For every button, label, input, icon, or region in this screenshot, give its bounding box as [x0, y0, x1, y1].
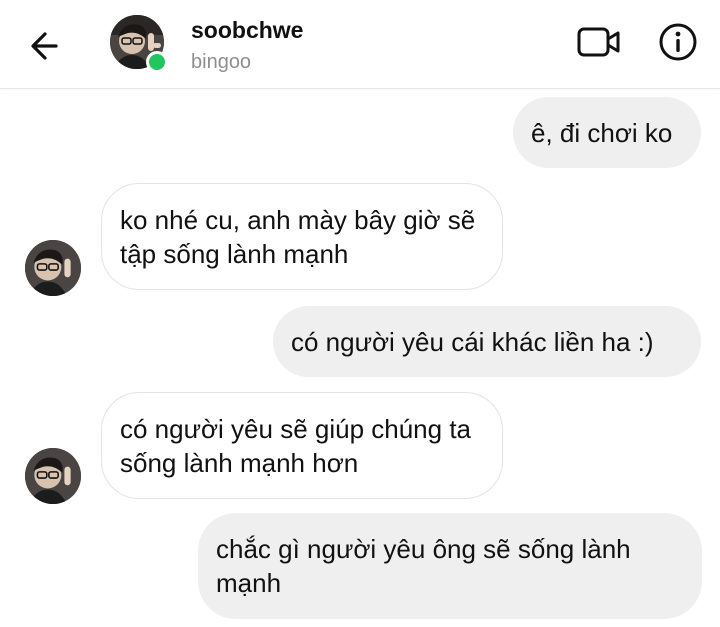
message-text: có người yêu sẽ giúp chúng ta sống lành … [120, 413, 472, 478]
sender-avatar[interactable] [25, 240, 81, 296]
message-text: ko nhé cu, anh mày bây giờ sẽ tập sống l… [120, 204, 476, 269]
message-bubble-incoming[interactable]: ko nhé cu, anh mày bây giờ sẽ tập sống l… [101, 183, 503, 290]
chat-status: bingoo [191, 51, 252, 73]
message-text: có người yêu cái khác liền ha :) [291, 326, 654, 357]
profile-avatar[interactable] [110, 15, 168, 73]
video-call-icon [577, 27, 620, 57]
message-bubble-outgoing[interactable]: ê, đi chơi ko [513, 97, 701, 168]
info-button[interactable] [658, 22, 698, 62]
back-button[interactable] [26, 26, 66, 66]
avatar-image [25, 240, 81, 296]
message-text: ê, đi chơi ko [531, 117, 673, 148]
avatar-image [25, 448, 81, 504]
chat-header: soobchwe bingoo [0, 0, 720, 89]
online-status-dot [146, 51, 168, 73]
info-icon [659, 23, 697, 61]
message-bubble-incoming[interactable]: có người yêu sẽ giúp chúng ta sống lành … [101, 392, 503, 499]
chat-username[interactable]: soobchwe [191, 17, 303, 44]
message-bubble-outgoing[interactable]: chắc gì người yêu ông sẽ sống lành mạnh [198, 513, 702, 619]
sender-avatar[interactable] [25, 448, 81, 504]
message-bubble-outgoing[interactable]: có người yêu cái khác liền ha :) [273, 306, 701, 377]
arrow-left-icon [31, 32, 58, 60]
video-call-button[interactable] [576, 24, 622, 60]
message-text: chắc gì người yêu ông sẽ sống lành mạnh [216, 534, 631, 598]
